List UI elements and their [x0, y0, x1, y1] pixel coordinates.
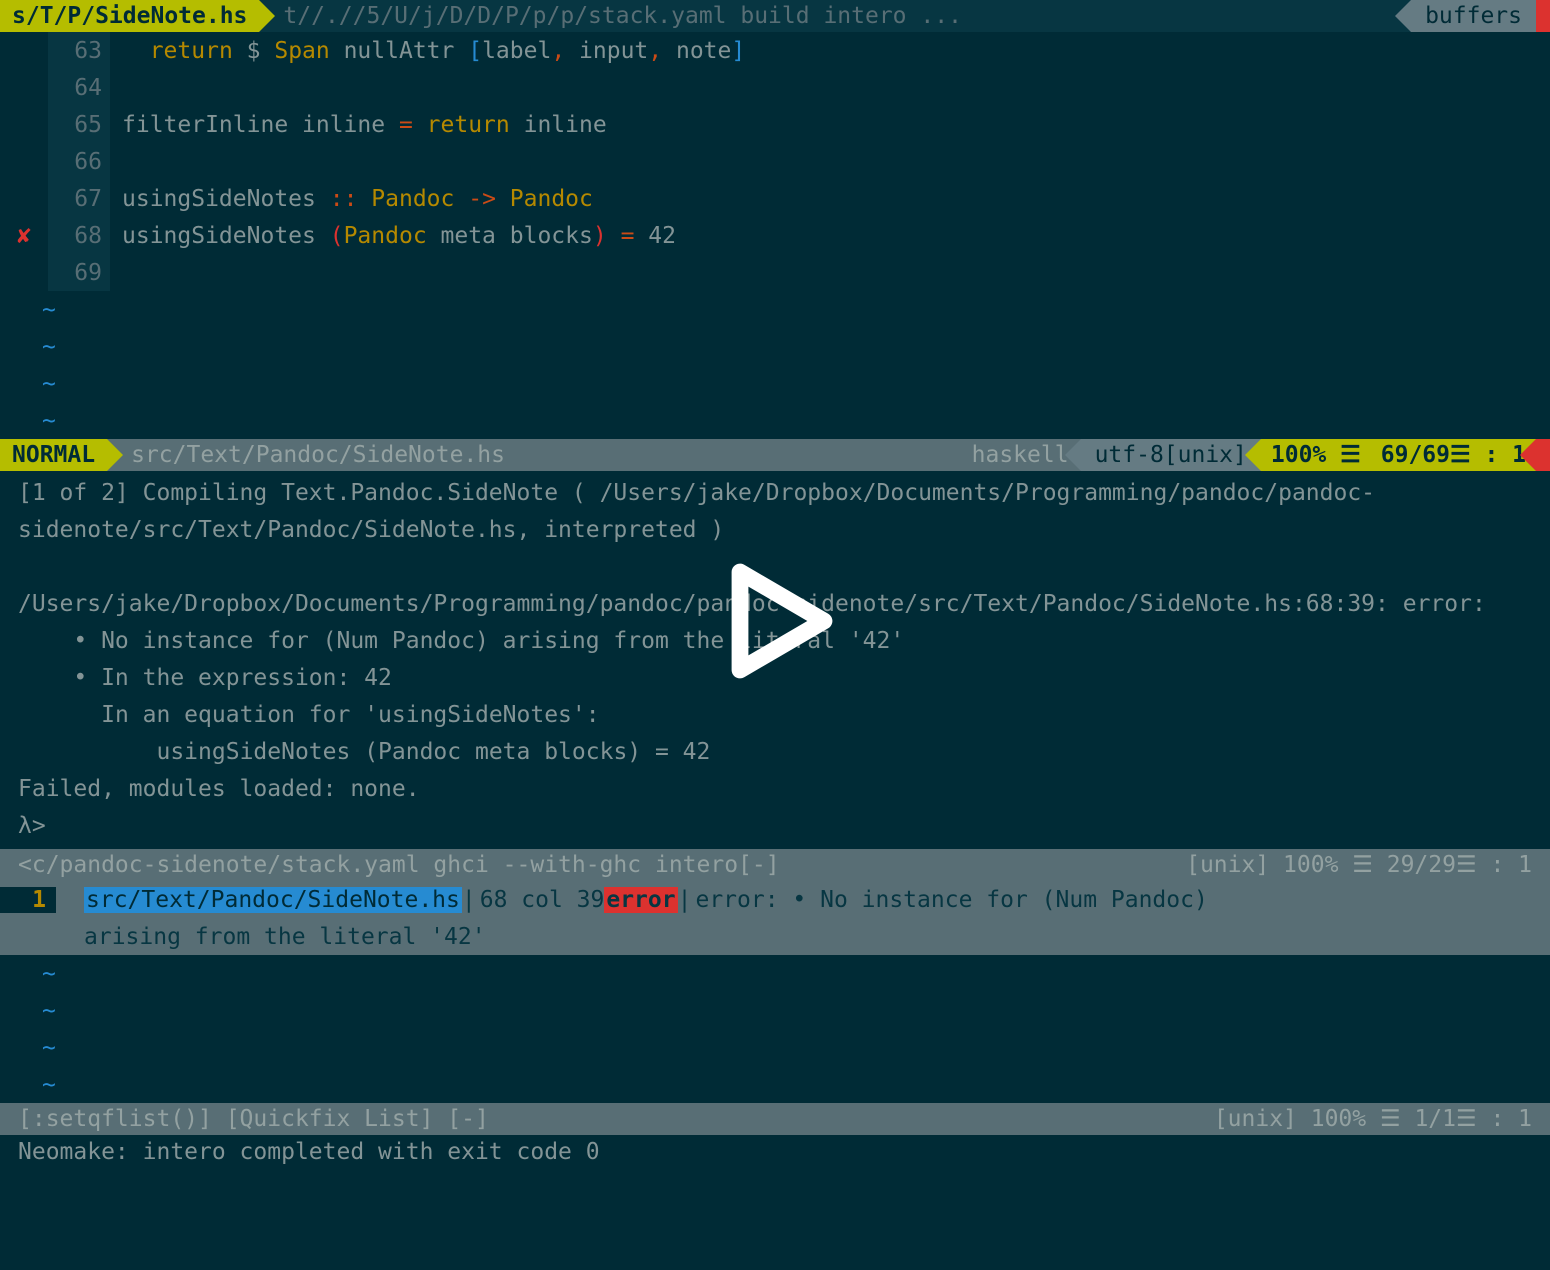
tab-active[interactable]: s/T/P/SideNote.hs	[0, 0, 259, 32]
terminal-title: <c/pandoc-sidenote/stack.yaml ghci --wit…	[18, 852, 780, 878]
tab-error-indicator	[1536, 0, 1550, 32]
code-content[interactable]: usingSideNotes (Pandoc meta blocks) = 42	[110, 223, 676, 249]
qf-line-number: 1	[0, 887, 56, 913]
statusline-main: NORMAL src/Text/Pandoc/SideNote.hs haske…	[0, 439, 1550, 471]
tab-inactive[interactable]: t//.//5/U/j/D/D/P/p/p/stack.yaml build i…	[259, 0, 1411, 32]
filetype: haskell	[960, 439, 1081, 471]
code-line[interactable]: 69	[0, 254, 1550, 291]
code-content[interactable]: usingSideNotes :: Pandoc -> Pandoc	[110, 186, 593, 212]
qf-message: error: • No instance for (Num Pandoc)	[691, 887, 1207, 913]
statusline-terminal: <c/pandoc-sidenote/stack.yaml ghci --wit…	[0, 849, 1550, 881]
line-number: 65	[48, 106, 110, 143]
position: 69/69☰ : 1	[1371, 439, 1536, 471]
line-number: 63	[48, 32, 110, 69]
encoding: utf-8[unix]	[1081, 439, 1261, 471]
code-line[interactable]: 66	[0, 143, 1550, 180]
quickfix-entry[interactable]: 1 src/Text/Pandoc/SideNote.hs | 68 col 3…	[0, 881, 1550, 918]
tilde-line: ~	[0, 992, 1550, 1029]
line-number: 66	[48, 143, 110, 180]
tilde-line: ~	[0, 291, 1550, 328]
qf-position: [unix] 100% ☰ 1/1☰ : 1	[1214, 1106, 1532, 1132]
tilde-line: ~	[0, 955, 1550, 992]
buffers-label[interactable]: buffers	[1411, 0, 1536, 32]
tilde-line: ~	[0, 328, 1550, 365]
statusline-quickfix: [:setqflist()] [Quickfix List] [-] [unix…	[0, 1103, 1550, 1135]
quickfix-pane[interactable]: 1 src/Text/Pandoc/SideNote.hs | 68 col 3…	[0, 881, 1550, 1103]
mode-indicator: NORMAL	[0, 439, 107, 471]
command-line[interactable]: Neomake: intero completed with exit code…	[0, 1135, 1550, 1169]
qf-message-wrap: arising from the literal '42'	[0, 918, 1550, 955]
qf-error-tag: error	[604, 887, 677, 913]
code-content[interactable]: return $ Span nullAttr [label, input, no…	[110, 38, 745, 64]
gutter-sign: ✘	[0, 223, 48, 249]
qf-file: src/Text/Pandoc/SideNote.hs	[84, 887, 462, 913]
line-number: 64	[48, 69, 110, 106]
editor-pane[interactable]: 63 return $ Span nullAttr [label, input,…	[0, 32, 1550, 439]
tilde-line: ~	[0, 1029, 1550, 1066]
tilde-line: ~	[0, 1066, 1550, 1103]
percent: 100% ☰	[1261, 439, 1371, 471]
tilde-line: ~	[0, 402, 1550, 439]
code-line[interactable]: 63 return $ Span nullAttr [label, input,…	[0, 32, 1550, 69]
qf-sep: |	[462, 887, 476, 913]
code-content[interactable]: filterInline inline = return inline	[110, 112, 607, 138]
qf-location: 68 col 39	[476, 887, 605, 913]
code-line[interactable]: ✘68usingSideNotes (Pandoc meta blocks) =…	[0, 217, 1550, 254]
code-line[interactable]: 65filterInline inline = return inline	[0, 106, 1550, 143]
terminal-pane[interactable]: [1 of 2] Compiling Text.Pandoc.SideNote …	[0, 471, 1550, 849]
qf-sep2: |	[678, 887, 692, 913]
tilde-line: ~	[0, 365, 1550, 402]
status-error-indicator	[1536, 439, 1550, 471]
line-number: 68	[48, 217, 110, 254]
terminal-position: [unix] 100% ☰ 29/29☰ : 1	[1186, 852, 1532, 878]
code-line[interactable]: 67usingSideNotes :: Pandoc -> Pandoc	[0, 180, 1550, 217]
qf-title: [:setqflist()] [Quickfix List] [-]	[18, 1106, 489, 1132]
line-number: 69	[48, 254, 110, 291]
code-line[interactable]: 64	[0, 69, 1550, 106]
file-path: src/Text/Pandoc/SideNote.hs	[107, 439, 960, 471]
tabline: s/T/P/SideNote.hs t//.//5/U/j/D/D/P/p/p/…	[0, 0, 1550, 32]
line-number: 67	[48, 180, 110, 217]
